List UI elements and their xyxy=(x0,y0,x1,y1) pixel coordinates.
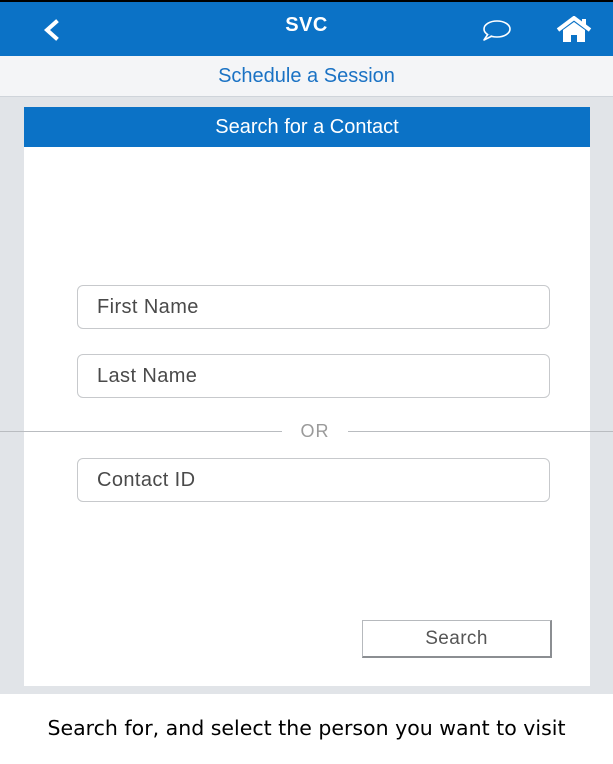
first-name-input[interactable] xyxy=(77,285,550,329)
instruction-caption: Search for, and select the person you wa… xyxy=(47,716,566,740)
home-button[interactable] xyxy=(556,15,592,44)
page-subtitle: Schedule a Session xyxy=(0,56,613,97)
app-screen: SVC Schedule a Session Search for a Cont… xyxy=(0,0,613,694)
or-divider-left xyxy=(0,431,282,432)
search-contact-card: Search for a Contact xyxy=(24,107,590,686)
card-title: Search for a Contact xyxy=(24,107,590,147)
last-name-input[interactable] xyxy=(77,354,550,398)
or-divider-right xyxy=(348,431,613,432)
chat-bubble-icon xyxy=(483,20,511,41)
chat-button[interactable] xyxy=(480,19,512,43)
search-button[interactable]: Search xyxy=(362,620,552,658)
contact-id-input[interactable] xyxy=(77,458,550,502)
home-icon xyxy=(556,15,592,42)
app-title: SVC xyxy=(285,14,328,36)
screen-top-edge xyxy=(0,0,613,2)
or-divider-label: OR xyxy=(300,421,330,441)
top-navigation-bar: SVC xyxy=(0,0,613,56)
